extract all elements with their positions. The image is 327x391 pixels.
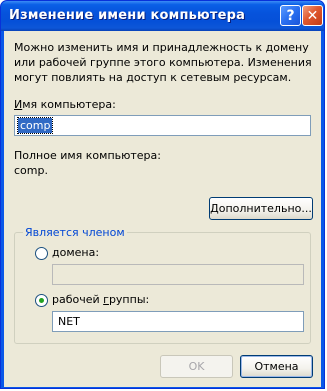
full-name-value: comp.: [14, 164, 48, 177]
workgroup-value: NET: [58, 315, 80, 328]
window-title: Изменение имени компьютера: [9, 8, 246, 23]
full-name-label: Полное имя компьютера:: [14, 149, 161, 162]
workgroup-label: рабочей группы:: [52, 293, 150, 306]
computer-name-input[interactable]: comp: [14, 115, 311, 136]
change-computer-name-dialog: Изменение имени компьютера ? ✕ Можно изм…: [0, 0, 325, 389]
domain-input[interactable]: [52, 264, 304, 285]
more-button[interactable]: Дополнительно...: [209, 197, 313, 220]
computer-name-label: Имя компьютера:: [14, 98, 116, 111]
cancel-button[interactable]: Отмена: [240, 355, 313, 378]
domain-label: домена:: [52, 246, 100, 259]
computer-name-value: comp: [16, 117, 54, 134]
dialog-body: Можно изменить имя и принадлежность к до…: [4, 31, 321, 387]
workgroup-input[interactable]: NET: [52, 311, 304, 332]
close-icon: ✕: [306, 7, 319, 24]
description-text: Можно изменить имя и принадлежность к до…: [14, 41, 312, 84]
close-button[interactable]: ✕: [302, 5, 323, 26]
member-of-group: Является членом домена: рабочей группы: …: [14, 226, 311, 344]
radio-selected-dot: [39, 298, 44, 303]
help-button[interactable]: ?: [280, 5, 301, 26]
title-bar[interactable]: Изменение имени компьютера ? ✕: [1, 1, 324, 31]
domain-radio[interactable]: [35, 247, 48, 260]
help-icon: ?: [286, 7, 295, 24]
member-of-legend: Является членом: [23, 226, 127, 239]
workgroup-radio[interactable]: [35, 294, 48, 307]
ok-button[interactable]: OK: [160, 355, 233, 378]
